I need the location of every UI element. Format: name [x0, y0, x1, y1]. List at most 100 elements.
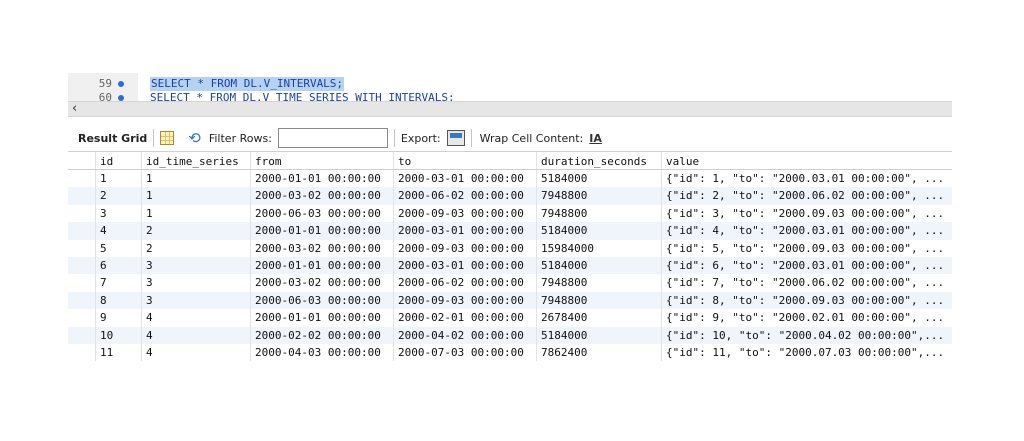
cell-id-time-series[interactable]: 3 [142, 291, 251, 310]
cell-id[interactable]: 8 [96, 291, 142, 310]
table-row[interactable]: 9 4 2000-01-01 00:00:00 2000-02-01 00:00:00… [68, 309, 952, 327]
cell-to[interactable]: 2000-03-01 00:00:00 [394, 222, 537, 240]
cell-duration-seconds[interactable]: 5184000 [537, 222, 662, 240]
cell-id-time-series[interactable]: 4 [142, 309, 251, 327]
wrap-cell-content-icon[interactable]: IA [589, 132, 602, 145]
cell-id-time-series[interactable]: 4 [142, 326, 251, 344]
result-grid-tab[interactable]: Result Grid [78, 132, 147, 145]
row-header[interactable] [68, 256, 96, 275]
column-header-from[interactable]: from [251, 152, 394, 169]
sql-statement-selected[interactable]: SELECT * FROM DL.V_INTERVALS; [150, 77, 345, 91]
cell-duration-seconds[interactable]: 7948800 [537, 204, 662, 223]
row-header[interactable] [68, 187, 96, 205]
filter-rows-input[interactable] [277, 128, 388, 148]
cell-from[interactable]: 2000-04-03 00:00:00 [251, 343, 394, 362]
cell-id-time-series[interactable]: 1 [142, 170, 251, 188]
editor-horizontal-scrollbar[interactable]: ‹ [68, 101, 952, 117]
export-icon[interactable] [446, 130, 465, 146]
column-header-id-time-series[interactable]: id_time_series [142, 152, 251, 169]
cell-value[interactable]: {"id": 6, "to": "2000.03.01 00:00:00", .… [662, 257, 952, 274]
row-header[interactable] [68, 204, 96, 223]
table-row[interactable]: 7 3 2000-03-02 00:00:00 2000-06-02 00:00:00… [68, 274, 952, 292]
cell-duration-seconds[interactable]: 7948800 [537, 291, 662, 310]
cell-to[interactable]: 2000-04-02 00:00:00 [394, 326, 537, 344]
cell-duration-seconds[interactable]: 7862400 [537, 343, 662, 362]
cell-id[interactable]: 5 [96, 239, 142, 257]
cell-from[interactable]: 2000-01-01 00:00:00 [251, 170, 394, 188]
table-row[interactable]: 10 4 2000-02-02 00:00:00 2000-04-02 00:00:0… [68, 326, 952, 344]
cell-value[interactable]: {"id": 11, "to": "2000.07.03 00:00:00",.… [662, 344, 952, 361]
cell-from[interactable]: 2000-02-02 00:00:00 [251, 326, 394, 344]
cell-duration-seconds[interactable]: 2678400 [537, 309, 662, 327]
cell-to[interactable]: 2000-02-01 00:00:00 [394, 309, 537, 327]
cell-id-time-series[interactable]: 2 [142, 222, 251, 240]
cell-to[interactable]: 2000-06-02 00:00:00 [394, 274, 537, 292]
row-header[interactable] [68, 326, 96, 344]
cell-to[interactable]: 2000-07-03 00:00:00 [394, 343, 537, 362]
refresh-icon[interactable]: ⟲ [188, 129, 201, 147]
row-header[interactable] [68, 274, 96, 292]
column-header-value[interactable]: value [662, 152, 952, 169]
cell-id[interactable]: 9 [96, 309, 142, 327]
cell-from[interactable]: 2000-01-01 00:00:00 [251, 256, 394, 275]
cell-to[interactable]: 2000-09-03 00:00:00 [394, 204, 537, 223]
sql-statement[interactable]: SELECT * FROM DL.V_TIME_SERIES_WITH_INTE… [150, 91, 455, 101]
table-row[interactable]: 8 3 2000-06-03 00:00:00 2000-09-03 00:00:00… [68, 291, 952, 310]
cell-value[interactable]: {"id": 8, "to": "2000.09.03 00:00:00", .… [662, 292, 952, 309]
table-row[interactable]: 2 1 2000-03-02 00:00:00 2000-06-02 00:00:00… [68, 187, 952, 205]
table-row[interactable]: 1 1 2000-01-01 00:00:00 2000-03-01 00:00:00… [68, 170, 952, 188]
scroll-left-icon[interactable]: ‹ [72, 101, 77, 117]
sql-editor[interactable]: 59 SELECT * FROM DL.V_INTERVALS; 60 SELE… [68, 73, 952, 101]
cell-duration-seconds[interactable]: 5184000 [537, 256, 662, 275]
cell-from[interactable]: 2000-01-01 00:00:00 [251, 309, 394, 327]
cell-value[interactable]: {"id": 10, "to": "2000.04.02 00:00:00",.… [662, 327, 952, 344]
cell-id[interactable]: 3 [96, 204, 142, 223]
cell-to[interactable]: 2000-06-02 00:00:00 [394, 187, 537, 205]
column-header-to[interactable]: to [394, 152, 537, 169]
column-header-duration-seconds[interactable]: duration_seconds [537, 152, 662, 169]
cell-id-time-series[interactable]: 3 [142, 256, 251, 275]
code-line[interactable]: 60 SELECT * FROM DL.V_TIME_SERIES_WITH_I… [68, 91, 952, 101]
cell-duration-seconds[interactable]: 7948800 [537, 187, 662, 205]
cell-id[interactable]: 7 [96, 274, 142, 292]
cell-id-time-series[interactable]: 1 [142, 187, 251, 205]
row-header[interactable] [68, 170, 96, 188]
table-row[interactable]: 4 2 2000-01-01 00:00:00 2000-03-01 00:00:00… [68, 222, 952, 240]
cell-id-time-series[interactable]: 2 [142, 239, 251, 257]
cell-duration-seconds[interactable]: 5184000 [537, 170, 662, 188]
grid-view-icon[interactable] [160, 131, 175, 145]
table-row[interactable]: 3 1 2000-06-03 00:00:00 2000-09-03 00:00:00… [68, 204, 952, 223]
cell-from[interactable]: 2000-06-03 00:00:00 [251, 291, 394, 310]
cell-id[interactable]: 2 [96, 187, 142, 205]
cell-value[interactable]: {"id": 1, "to": "2000.03.01 00:00:00", .… [662, 170, 952, 187]
cell-id-time-series[interactable]: 1 [142, 204, 251, 223]
row-header[interactable] [68, 309, 96, 327]
cell-to[interactable]: 2000-09-03 00:00:00 [394, 291, 537, 310]
row-header[interactable] [68, 222, 96, 240]
cell-id[interactable]: 1 [96, 170, 142, 188]
cell-value[interactable]: {"id": 9, "to": "2000.02.01 00:00:00", .… [662, 309, 952, 326]
column-header-id[interactable]: id [96, 152, 142, 169]
cell-from[interactable]: 2000-03-02 00:00:00 [251, 274, 394, 292]
cell-duration-seconds[interactable]: 5184000 [537, 326, 662, 344]
result-grid[interactable]: id id_time_series from to duration_secon… [68, 151, 952, 367]
cell-id[interactable]: 4 [96, 222, 142, 240]
cell-to[interactable]: 2000-03-01 00:00:00 [394, 256, 537, 275]
table-row[interactable]: 11 4 2000-04-03 00:00:00 2000-07-03 00:00:0… [68, 343, 952, 362]
cell-duration-seconds[interactable]: 15984000 [537, 239, 662, 257]
cell-duration-seconds[interactable]: 7948800 [537, 274, 662, 292]
table-row[interactable]: 5 2 2000-03-02 00:00:00 2000-09-03 00:00:00… [68, 239, 952, 257]
cell-from[interactable]: 2000-03-02 00:00:00 [251, 187, 394, 205]
cell-from[interactable]: 2000-01-01 00:00:00 [251, 222, 394, 240]
code-line[interactable]: 59 SELECT * FROM DL.V_INTERVALS; [68, 77, 952, 91]
cell-id-time-series[interactable]: 3 [142, 274, 251, 292]
cell-to[interactable]: 2000-09-03 00:00:00 [394, 239, 537, 257]
cell-value[interactable]: {"id": 3, "to": "2000.09.03 00:00:00", .… [662, 205, 952, 222]
cell-id-time-series[interactable]: 4 [142, 343, 251, 362]
cell-value[interactable]: {"id": 7, "to": "2000.06.02 00:00:00", .… [662, 274, 952, 291]
cell-id[interactable]: 10 [96, 326, 142, 344]
cell-id[interactable]: 11 [96, 343, 142, 362]
cell-from[interactable]: 2000-06-03 00:00:00 [251, 204, 394, 223]
cell-id[interactable]: 6 [96, 256, 142, 275]
cell-value[interactable]: {"id": 5, "to": "2000.09.03 00:00:00", .… [662, 240, 952, 257]
